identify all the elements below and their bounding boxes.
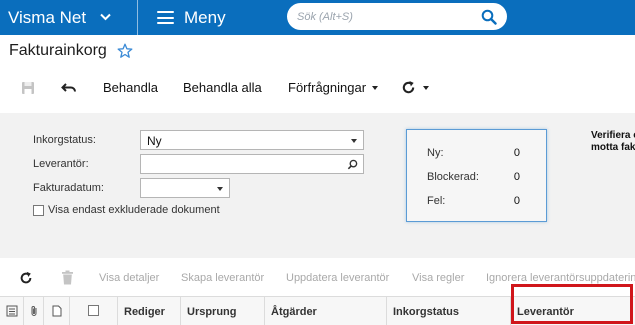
header-cell-attachment[interactable]	[24, 297, 44, 325]
header-cell-select[interactable]	[70, 297, 118, 325]
column-header-origin[interactable]: Ursprung	[181, 297, 265, 325]
brand-switcher[interactable]: Visma Net	[0, 0, 137, 35]
menu-button[interactable]: Meny	[157, 0, 226, 35]
column-edit-label: Rediger	[124, 305, 165, 318]
trash-icon[interactable]	[61, 270, 74, 285]
view-rules-button[interactable]: Visa regler	[412, 272, 464, 284]
search-icon[interactable]	[481, 9, 497, 25]
document-list-icon	[6, 305, 18, 317]
ignore-supplier-updates-button[interactable]: Ignorera leverantörsuppdatering	[486, 272, 635, 284]
header-cell-note[interactable]	[44, 297, 70, 325]
search-box[interactable]	[287, 3, 507, 30]
process-button[interactable]: Behandla	[103, 80, 158, 95]
verify-line-2: motta fak	[591, 142, 635, 153]
page-title: Fakturainkorg	[9, 42, 107, 59]
paperclip-icon	[31, 306, 37, 316]
verify-line-1: Verifiera e	[591, 130, 635, 141]
hamburger-icon	[157, 11, 174, 24]
inquiries-label: Förfrågningar	[288, 80, 367, 95]
grid-toolbar: Visa detaljer Skapa leverantör Uppdatera…	[0, 265, 635, 291]
title-row: Fakturainkorg	[9, 40, 133, 62]
column-supplier-label: Leverantör	[517, 305, 574, 318]
inbox-status-label: Inkorgstatus:	[33, 134, 96, 146]
refresh-icon	[402, 80, 415, 94]
verify-text: Verifiera e motta fak	[591, 130, 635, 154]
chevron-down-icon	[100, 12, 111, 24]
brand-name: Visma Net	[8, 7, 87, 27]
update-supplier-button[interactable]: Uppdatera leverantör	[286, 272, 389, 284]
create-supplier-button[interactable]: Skapa leverantör	[181, 272, 264, 284]
search-input[interactable]	[297, 10, 481, 23]
supplier-label: Leverantör:	[33, 158, 89, 170]
status-summary: Ny: 0 Blockerad: 0 Fel: 0	[406, 129, 547, 222]
inbox-status-value: Ny	[147, 134, 162, 148]
menu-label: Meny	[184, 7, 226, 27]
main-toolbar: Behandla Behandla alla Förfrågningar	[0, 73, 635, 103]
view-details-button[interactable]: Visa detaljer	[99, 272, 159, 284]
column-inbox-status-label: Inkorgstatus	[393, 305, 460, 318]
process-all-button[interactable]: Behandla alla	[183, 80, 262, 95]
inbox-status-select[interactable]: Ny	[140, 130, 364, 150]
search-icon[interactable]	[347, 159, 358, 170]
grid-header: Rediger Ursprung Åtgärder Inkorgstatus L…	[0, 296, 635, 325]
column-actions-label: Åtgärder	[271, 305, 317, 318]
select-all-checkbox[interactable]	[88, 305, 99, 316]
stat-error-label: Fel:	[427, 195, 446, 207]
column-origin-label: Ursprung	[187, 305, 237, 318]
caret-down-icon	[372, 85, 379, 90]
caret-down-icon	[217, 187, 223, 191]
refresh-icon[interactable]	[19, 271, 33, 285]
topbar-divider	[137, 0, 138, 35]
column-header-supplier[interactable]: Leverantör	[511, 297, 635, 325]
column-header-actions[interactable]: Åtgärder	[265, 297, 387, 325]
column-header-inbox-status[interactable]: Inkorgstatus	[387, 297, 511, 325]
refresh-dropdown[interactable]	[401, 80, 429, 95]
top-bar: Visma Net Meny	[0, 0, 635, 35]
stat-error-value: 0	[513, 195, 520, 207]
stat-new-label: Ny:	[427, 147, 444, 159]
column-header-edit[interactable]: Rediger	[118, 297, 181, 325]
inquiries-dropdown[interactable]: Förfrågningar	[288, 80, 379, 95]
undo-icon[interactable]	[61, 80, 77, 96]
save-icon[interactable]	[20, 80, 36, 96]
invoice-date-field[interactable]	[140, 178, 230, 198]
excluded-checkbox[interactable]	[33, 205, 44, 216]
note-icon	[52, 305, 62, 317]
header-cell-rowicon[interactable]	[0, 297, 24, 325]
supplier-field[interactable]	[140, 154, 364, 174]
stat-blocked-value: 0	[513, 171, 520, 183]
star-icon[interactable]	[117, 43, 133, 59]
stat-new-value: 0	[513, 147, 520, 159]
invoice-date-label: Fakturadatum:	[33, 182, 104, 194]
stat-blocked-label: Blockerad:	[427, 171, 479, 183]
excluded-label: Visa endast exkluderade dokument	[48, 204, 220, 216]
caret-down-icon	[423, 85, 429, 90]
caret-down-icon	[351, 139, 357, 143]
